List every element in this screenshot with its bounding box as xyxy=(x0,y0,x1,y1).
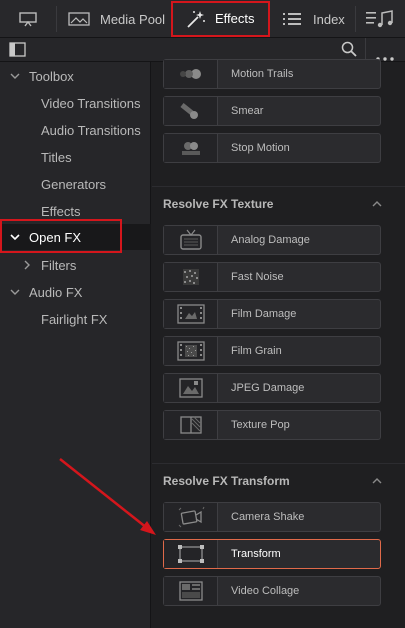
effect-label: Motion Trails xyxy=(231,68,294,80)
list-icon xyxy=(283,12,301,26)
tree-item-filters[interactable]: Filters xyxy=(0,252,151,278)
jpeg-damage-thumb-icon xyxy=(164,374,218,402)
chevron-up-icon[interactable] xyxy=(371,476,383,486)
section-title: Resolve FX Transform xyxy=(163,474,290,488)
tree-item-label: Fairlight FX xyxy=(41,311,108,327)
section-divider xyxy=(152,463,405,464)
film-damage-thumb-icon xyxy=(164,300,218,328)
stop-motion-thumb-icon xyxy=(164,134,218,162)
sound-library-icon[interactable] xyxy=(366,0,396,38)
tree-item-label: Generators xyxy=(41,176,107,192)
effect-label: Film Grain xyxy=(231,345,282,357)
effect-item-motion-trails[interactable]: Motion Trails xyxy=(163,59,381,89)
tree-item-label: Toolbox xyxy=(29,68,74,84)
effect-item-smear[interactable]: Smear xyxy=(163,96,381,126)
media-pool-label: Media Pool xyxy=(100,11,166,27)
tree-item-fairlight-fx[interactable]: Fairlight FX xyxy=(0,306,151,332)
effect-label: Fast Noise xyxy=(231,271,284,283)
effect-item-camera-shake[interactable]: Camera Shake xyxy=(163,502,381,532)
motion-trails-thumb-icon xyxy=(164,60,218,88)
tree-item-label: Audio Transitions xyxy=(41,122,141,138)
tree-item-titles[interactable]: Titles xyxy=(0,144,151,170)
toolbar-divider xyxy=(56,6,57,32)
effect-label: Stop Motion xyxy=(231,142,290,154)
tree-item-label: Effects xyxy=(41,203,81,219)
media-pool-button[interactable]: Media Pool xyxy=(68,0,165,38)
effect-item-fast-noise[interactable]: Fast Noise xyxy=(163,262,381,292)
effects-list-panel: Motion Trails Smear Stop Motion Resolve … xyxy=(152,59,405,628)
section-header-transform[interactable]: Resolve FX Transform xyxy=(163,472,383,490)
tv-thumb-icon xyxy=(164,226,218,254)
effect-label: Texture Pop xyxy=(231,419,290,431)
annotation-box-open-fx xyxy=(0,219,122,253)
tree-item-toolbox[interactable]: Toolbox xyxy=(0,63,151,89)
section-divider xyxy=(152,186,405,187)
panel-toggle-icon[interactable] xyxy=(9,42,26,62)
tree-item-label: Titles xyxy=(41,149,72,165)
noise-thumb-icon xyxy=(164,263,218,291)
smear-thumb-icon xyxy=(164,97,218,125)
chevron-up-icon[interactable] xyxy=(371,199,383,209)
index-button[interactable]: Index xyxy=(283,0,345,38)
texture-pop-thumb-icon xyxy=(164,411,218,439)
effect-label: Camera Shake xyxy=(231,511,305,523)
tree-item-audio-transitions[interactable]: Audio Transitions xyxy=(0,117,151,143)
tree-item-label: Filters xyxy=(41,257,77,273)
film-grain-thumb-icon xyxy=(164,337,218,365)
effect-item-jpeg-damage[interactable]: JPEG Damage xyxy=(163,373,381,403)
effect-item-film-grain[interactable]: Film Grain xyxy=(163,336,381,366)
effect-label: Video Collage xyxy=(231,585,300,597)
camera-shake-thumb-icon xyxy=(164,503,218,531)
media-pool-icon xyxy=(68,11,90,27)
edit-index-icon[interactable] xyxy=(18,0,38,38)
video-collage-thumb-icon xyxy=(164,577,218,605)
section-title: Resolve FX Texture xyxy=(163,197,274,211)
effect-item-film-damage[interactable]: Film Damage xyxy=(163,299,381,329)
chevron-down-icon[interactable] xyxy=(9,286,21,298)
tree-item-video-transitions[interactable]: Video Transitions xyxy=(0,90,151,116)
effects-tree-panel: Toolbox Video Transitions Audio Transiti… xyxy=(0,62,151,628)
transform-thumb-icon xyxy=(164,540,218,568)
annotation-box-effects xyxy=(171,1,270,37)
effect-label: JPEG Damage xyxy=(231,382,305,394)
tree-item-audio-fx[interactable]: Audio FX xyxy=(0,279,151,305)
chevron-right-icon[interactable] xyxy=(21,259,33,271)
tree-item-label: Audio FX xyxy=(29,284,83,300)
tree-item-generators[interactable]: Generators xyxy=(0,171,151,197)
chevron-down-icon[interactable] xyxy=(9,70,21,82)
index-label: Index xyxy=(313,11,345,27)
effect-item-transform[interactable]: Transform xyxy=(163,539,381,569)
effect-item-analog-damage[interactable]: Analog Damage xyxy=(163,225,381,255)
effect-label: Analog Damage xyxy=(231,234,310,246)
toolbar-divider xyxy=(355,6,356,32)
effect-label: Smear xyxy=(231,105,264,117)
section-header-texture[interactable]: Resolve FX Texture xyxy=(163,195,383,213)
tree-item-label: Video Transitions xyxy=(41,95,141,111)
effect-item-video-collage[interactable]: Video Collage xyxy=(163,576,381,606)
effect-label: Film Damage xyxy=(231,308,297,320)
effect-item-texture-pop[interactable]: Texture Pop xyxy=(163,410,381,440)
effect-item-stop-motion[interactable]: Stop Motion xyxy=(163,133,381,163)
effect-label: Transform xyxy=(231,548,281,560)
